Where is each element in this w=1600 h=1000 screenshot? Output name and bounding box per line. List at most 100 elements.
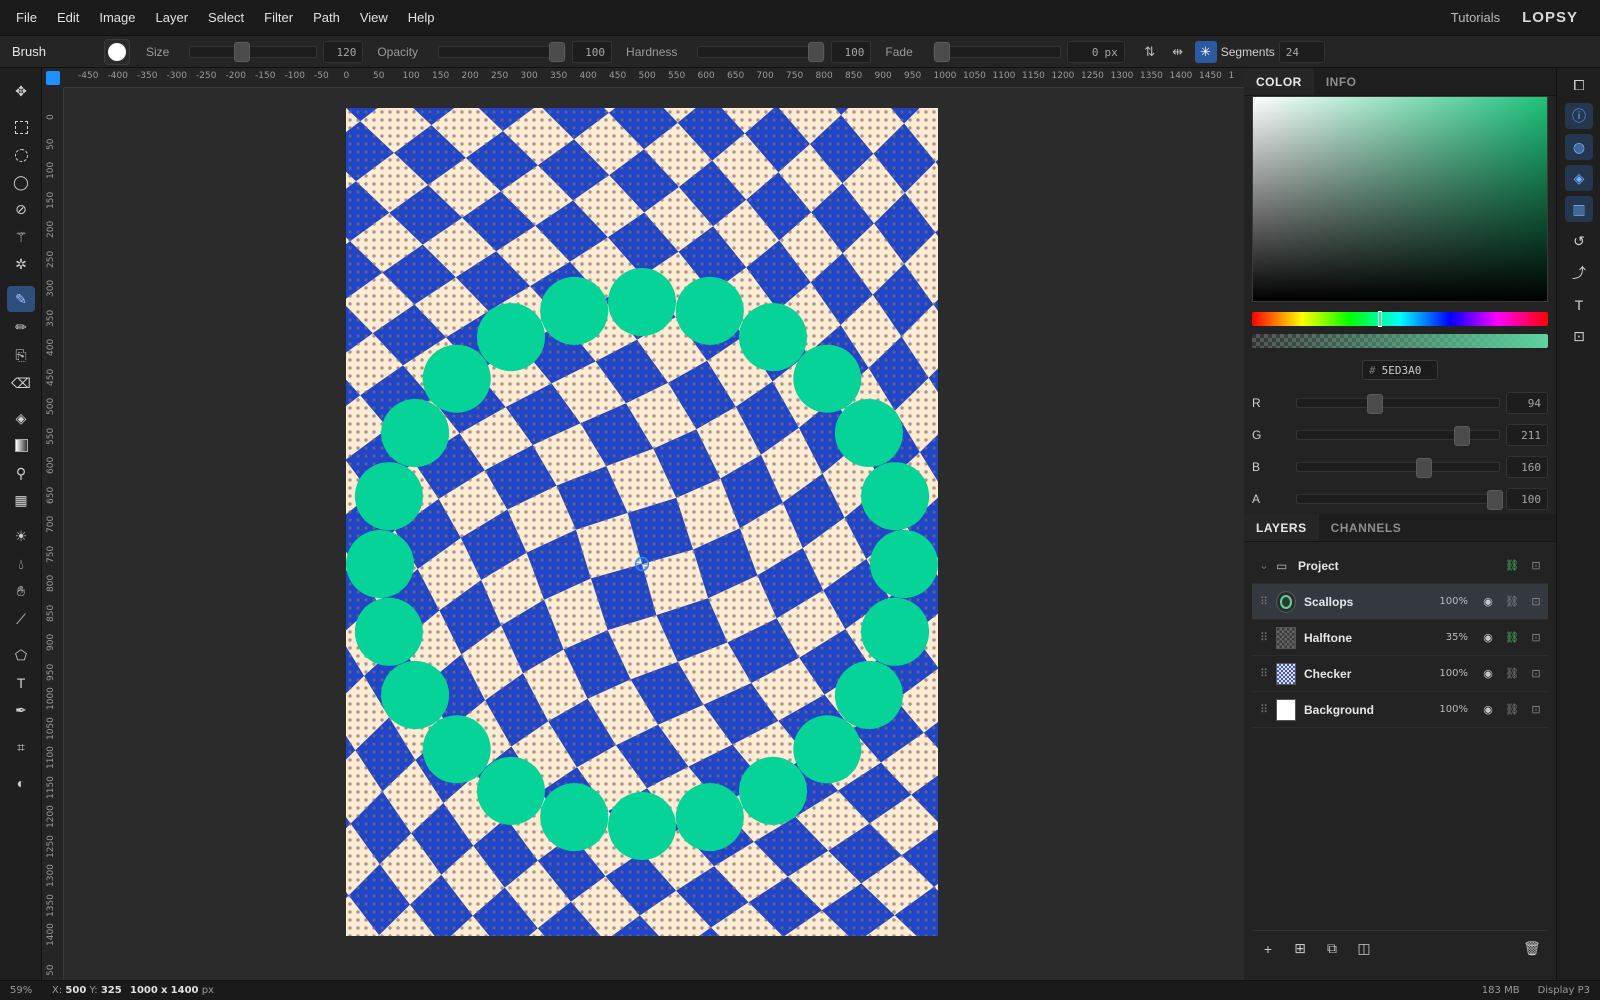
duplicate-layer-icon[interactable]: ⧉: [1316, 940, 1348, 957]
gradient-icon[interactable]: [7, 432, 35, 458]
channel-slider-handle[interactable]: [1453, 426, 1470, 446]
channel-slider[interactable]: [1295, 394, 1501, 414]
group-lock-icon[interactable]: ⊡: [1524, 559, 1548, 572]
mirror-horizontal-icon[interactable]: ⇹: [1167, 41, 1189, 63]
link-icon[interactable]: ⛓: [1500, 667, 1524, 680]
clone-icon[interactable]: ⎘: [7, 342, 35, 368]
lock-icon[interactable]: ⊡: [1524, 595, 1548, 608]
pen-tool-icon[interactable]: ✒: [7, 697, 35, 723]
brush-tool-icon[interactable]: ✎: [7, 286, 35, 312]
layer-row-background[interactable]: ⠿ Background 100% ◉ ⛓ ⊡: [1252, 692, 1548, 728]
eye-icon[interactable]: ◉: [1476, 595, 1500, 608]
info-icon[interactable]: ⓘ: [1565, 103, 1593, 129]
layer-opacity[interactable]: 35%: [1434, 632, 1468, 643]
channel-slider[interactable]: [1295, 490, 1503, 510]
zoom-level[interactable]: 59%: [0, 985, 42, 996]
channel-slider[interactable]: [1295, 458, 1501, 478]
flip-vertical-icon[interactable]: ⇅: [1139, 41, 1161, 63]
link-icon[interactable]: ⛓: [1500, 595, 1524, 608]
hue-slider[interactable]: [1252, 311, 1548, 327]
alpha-slider[interactable]: [1252, 334, 1548, 348]
link-icon[interactable]: ⛓: [1500, 631, 1524, 644]
hardness-input[interactable]: 100: [831, 40, 872, 63]
hex-input[interactable]: #5ED3A0: [1362, 360, 1438, 380]
new-layer-icon[interactable]: +: [1252, 941, 1284, 957]
channel-slider[interactable]: [1295, 426, 1501, 446]
lock-icon[interactable]: ⊡: [1524, 631, 1548, 644]
segments-input[interactable]: 24: [1278, 40, 1325, 63]
size-input[interactable]: 120: [323, 40, 364, 63]
channel-slider-handle[interactable]: [1366, 394, 1383, 414]
drag-handle-icon[interactable]: ⠿: [1252, 703, 1276, 716]
trash-icon[interactable]: 🗑︎: [1516, 940, 1548, 957]
layer-group-project[interactable]: ⌄ ▭ Project ⛓ ⊡: [1252, 548, 1548, 584]
fade-input[interactable]: 0 px: [1066, 40, 1125, 63]
tab-color[interactable]: COLOR: [1244, 68, 1314, 95]
magic-wand-icon[interactable]: ⚚: [7, 224, 35, 250]
link-icon[interactable]: ⛓: [1500, 703, 1524, 716]
opacity-slider-handle[interactable]: [549, 41, 566, 62]
crop-tool-icon[interactable]: ⌗: [7, 734, 35, 760]
fade-slider-handle[interactable]: [933, 41, 950, 62]
drag-handle-icon[interactable]: ⠿: [1252, 631, 1276, 644]
menu-file[interactable]: File: [6, 10, 47, 25]
color-profile[interactable]: Display P3: [1538, 985, 1590, 996]
new-group-icon[interactable]: ⊞: [1284, 940, 1316, 957]
menu-help[interactable]: Help: [398, 10, 445, 25]
layer-row-scallops[interactable]: ⠿ Scallops 100% ◉ ⛓ ⊡: [1252, 584, 1548, 620]
lock-icon[interactable]: ⊡: [1524, 703, 1548, 716]
hardness-slider-handle[interactable]: [808, 41, 825, 62]
blur-icon[interactable]: 💧︎: [7, 551, 35, 577]
document-canvas[interactable]: [346, 108, 938, 936]
drag-handle-icon[interactable]: ⠿: [1252, 667, 1276, 680]
layers-icon[interactable]: ◈: [1565, 165, 1593, 191]
layer-row-halftone[interactable]: ⠿ Halftone 35% ◉ ⛓ ⊡: [1252, 620, 1548, 656]
layer-opacity[interactable]: 100%: [1434, 704, 1468, 715]
radial-symmetry-icon[interactable]: ✳: [1194, 40, 1217, 63]
ruler-origin[interactable]: [42, 68, 64, 88]
palette-icon[interactable]: ◍: [1565, 134, 1593, 160]
stamp-icon[interactable]: ⚲: [7, 460, 35, 486]
group-link-icon[interactable]: ⛓: [1500, 559, 1524, 572]
ellipse-select-icon[interactable]: [7, 142, 35, 168]
channel-input[interactable]: 160: [1506, 456, 1548, 478]
vertical-ruler[interactable]: 0 50 100 150 200 250 300 350 400 450 500 550 600 650 7…: [42, 88, 64, 980]
horizontal-ruler[interactable]: -450 -400 -350 -300 -250 -200 -150 -100 -50 0 50 10…: [64, 68, 1244, 88]
text-tool-icon[interactable]: T: [7, 670, 35, 696]
channel-input[interactable]: 100: [1506, 488, 1548, 510]
dodge-icon[interactable]: ☀: [7, 523, 35, 549]
lock-icon[interactable]: ⊡: [1524, 667, 1548, 680]
eye-icon[interactable]: ◉: [1476, 703, 1500, 716]
path-icon[interactable]: ⤴: [1565, 260, 1593, 286]
lasso-icon[interactable]: ◯: [7, 169, 35, 195]
tab-channels[interactable]: CHANNELS: [1319, 514, 1414, 541]
mask-icon[interactable]: ◫: [1348, 940, 1380, 957]
eye-icon[interactable]: ◉: [1476, 631, 1500, 644]
drag-handle-icon[interactable]: ⠿: [1252, 595, 1276, 608]
history-icon[interactable]: ↺: [1565, 228, 1593, 254]
menu-edit[interactable]: Edit: [47, 10, 89, 25]
size-slider[interactable]: [189, 41, 318, 62]
pencil-icon[interactable]: ✏: [7, 314, 35, 340]
channel-input[interactable]: 211: [1506, 424, 1548, 446]
menu-image[interactable]: Image: [89, 10, 145, 25]
shape-tool-icon[interactable]: ⬠: [7, 642, 35, 668]
canvas-viewport[interactable]: [64, 88, 1244, 980]
layer-opacity[interactable]: 100%: [1434, 668, 1468, 679]
color-swap-icon[interactable]: ◐: [7, 770, 35, 796]
magnetic-lasso-icon[interactable]: ⊘: [7, 196, 35, 222]
hardness-slider[interactable]: [697, 41, 826, 62]
size-slider-handle[interactable]: [234, 41, 251, 62]
columns-icon[interactable]: ▥: [1565, 196, 1593, 222]
rect-select-icon[interactable]: [7, 114, 35, 140]
menu-filter[interactable]: Filter: [254, 10, 303, 25]
pattern-icon[interactable]: ▦: [7, 487, 35, 513]
character-icon[interactable]: T: [1565, 292, 1593, 318]
channel-slider-handle[interactable]: [1415, 458, 1432, 478]
hue-handle[interactable]: [1378, 311, 1382, 327]
quick-select-icon[interactable]: ✲: [7, 251, 35, 277]
layer-row-checker[interactable]: ⠿ Checker 100% ◉ ⛓ ⊡: [1252, 656, 1548, 692]
move-tool-icon[interactable]: ✥: [7, 78, 35, 104]
image-adjust-icon[interactable]: ⊡: [1565, 323, 1593, 349]
paint-bucket-icon[interactable]: ◈: [7, 405, 35, 431]
